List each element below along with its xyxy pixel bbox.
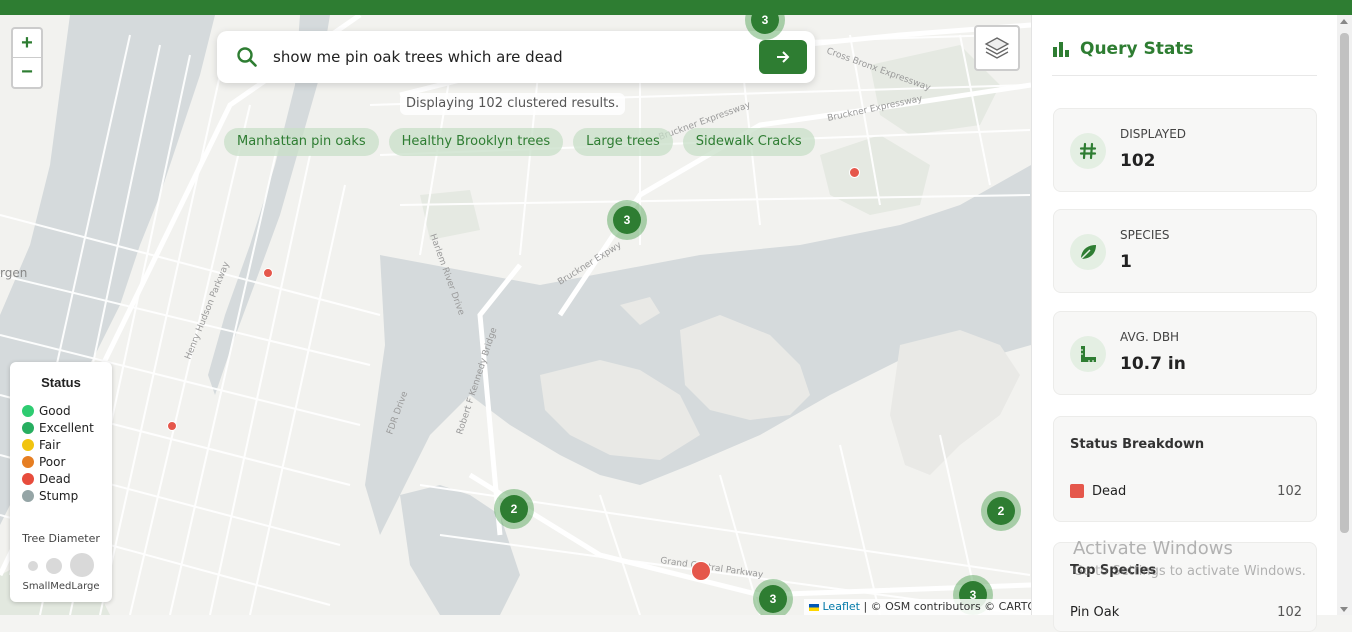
stat-value: 10.7 in xyxy=(1120,354,1186,374)
hash-icon xyxy=(1079,142,1097,160)
diameter-legend-title: Tree Diameter xyxy=(22,532,100,545)
diameter-size-labels: SmallMedLarge xyxy=(22,581,100,592)
divider xyxy=(1052,75,1317,76)
top-bar xyxy=(0,0,1352,15)
scroll-down-arrow[interactable] xyxy=(1340,607,1348,612)
ukraine-flag-icon xyxy=(809,604,819,611)
scrollbar-thumb[interactable] xyxy=(1340,33,1349,533)
ruler-icon xyxy=(1081,346,1096,362)
dead-swatch xyxy=(1070,484,1084,498)
leaflet-link[interactable]: Leaflet xyxy=(823,600,860,613)
tree-marker[interactable] xyxy=(849,167,860,178)
stat-value: 102 xyxy=(1120,151,1156,171)
status-legend: Status Good Excellent Fair Poor Dead Stu… xyxy=(10,362,112,602)
chip-manhattan-pin-oaks[interactable]: Manhattan pin oaks xyxy=(224,128,379,156)
legend-item-poor: Poor xyxy=(22,454,65,470)
place-label: rgen xyxy=(0,266,27,280)
legend-item-fair: Fair xyxy=(22,437,60,453)
legend-title: Status xyxy=(41,375,81,390)
chip-sidewalk-cracks[interactable]: Sidewalk Cracks xyxy=(682,128,815,156)
stat-value: 1 xyxy=(1120,252,1132,272)
chip-healthy-brooklyn-trees[interactable]: Healthy Brooklyn trees xyxy=(388,128,564,156)
diameter-size-circles xyxy=(28,553,94,577)
cluster-marker[interactable]: 3 xyxy=(753,579,793,615)
legend-item-excellent: Excellent xyxy=(22,420,94,436)
stat-card-avg-dbh: AVG. DBH 10.7 in xyxy=(1053,311,1317,395)
bar-chart-icon xyxy=(1053,42,1069,57)
map-attribution: Leaflet | © OSM contributors © CARTO xyxy=(804,599,1031,615)
search-icon xyxy=(237,47,257,67)
cluster-marker[interactable]: 2 xyxy=(494,489,534,529)
legend-item-dead: Dead xyxy=(22,471,71,487)
layers-icon xyxy=(984,37,1010,59)
search-input[interactable] xyxy=(273,45,753,69)
zoom-out-button[interactable]: − xyxy=(13,58,41,87)
leaf-icon xyxy=(1080,245,1096,260)
chip-large-trees[interactable]: Large trees xyxy=(573,128,673,156)
activate-windows-hint: Go to Settings to activate Windows. xyxy=(1073,564,1306,579)
tree-marker[interactable] xyxy=(691,561,711,581)
tree-marker[interactable] xyxy=(167,421,177,431)
cluster-marker[interactable]: 3 xyxy=(607,200,647,240)
stat-label: AVG. DBH xyxy=(1120,330,1180,344)
stat-card-displayed: DISPLAYED 102 xyxy=(1053,108,1317,192)
stat-label: DISPLAYED xyxy=(1120,127,1187,141)
scroll-up-arrow[interactable] xyxy=(1340,19,1348,24)
map[interactable]: Cross Bronx Expressway Bruckner Expressw… xyxy=(0,15,1031,615)
panel-scrollbar[interactable] xyxy=(1337,15,1352,615)
cluster-marker[interactable]: 2 xyxy=(981,491,1021,531)
result-count-text: Displaying 102 clustered results. xyxy=(400,93,626,115)
stat-label: SPECIES xyxy=(1120,228,1170,242)
query-stats-panel: Query Stats DISPLAYED 102 SPECIES 1 AVG.… xyxy=(1031,15,1337,632)
tree-marker[interactable] xyxy=(263,268,273,278)
zoom-control: + − xyxy=(11,27,43,89)
stat-card-species: SPECIES 1 xyxy=(1053,209,1317,293)
legend-item-stump: Stump xyxy=(22,488,78,504)
submit-search-button[interactable] xyxy=(759,40,807,74)
panel-title: Query Stats xyxy=(1052,39,1194,59)
breakdown-row: Dead 102 xyxy=(1070,483,1302,499)
activate-windows-watermark: Activate Windows xyxy=(1073,538,1233,559)
arrow-right-icon xyxy=(777,51,790,63)
species-row: Pin Oak 102 xyxy=(1070,605,1302,620)
status-breakdown-title: Status Breakdown xyxy=(1070,437,1205,452)
zoom-in-button[interactable]: + xyxy=(13,29,41,58)
suggestion-chips: Manhattan pin oaks Healthy Brooklyn tree… xyxy=(224,128,815,156)
legend-item-good: Good xyxy=(22,403,71,419)
status-breakdown-card: Status Breakdown Dead 102 xyxy=(1053,416,1317,522)
layers-button[interactable] xyxy=(974,25,1020,71)
search-bar xyxy=(217,31,815,83)
